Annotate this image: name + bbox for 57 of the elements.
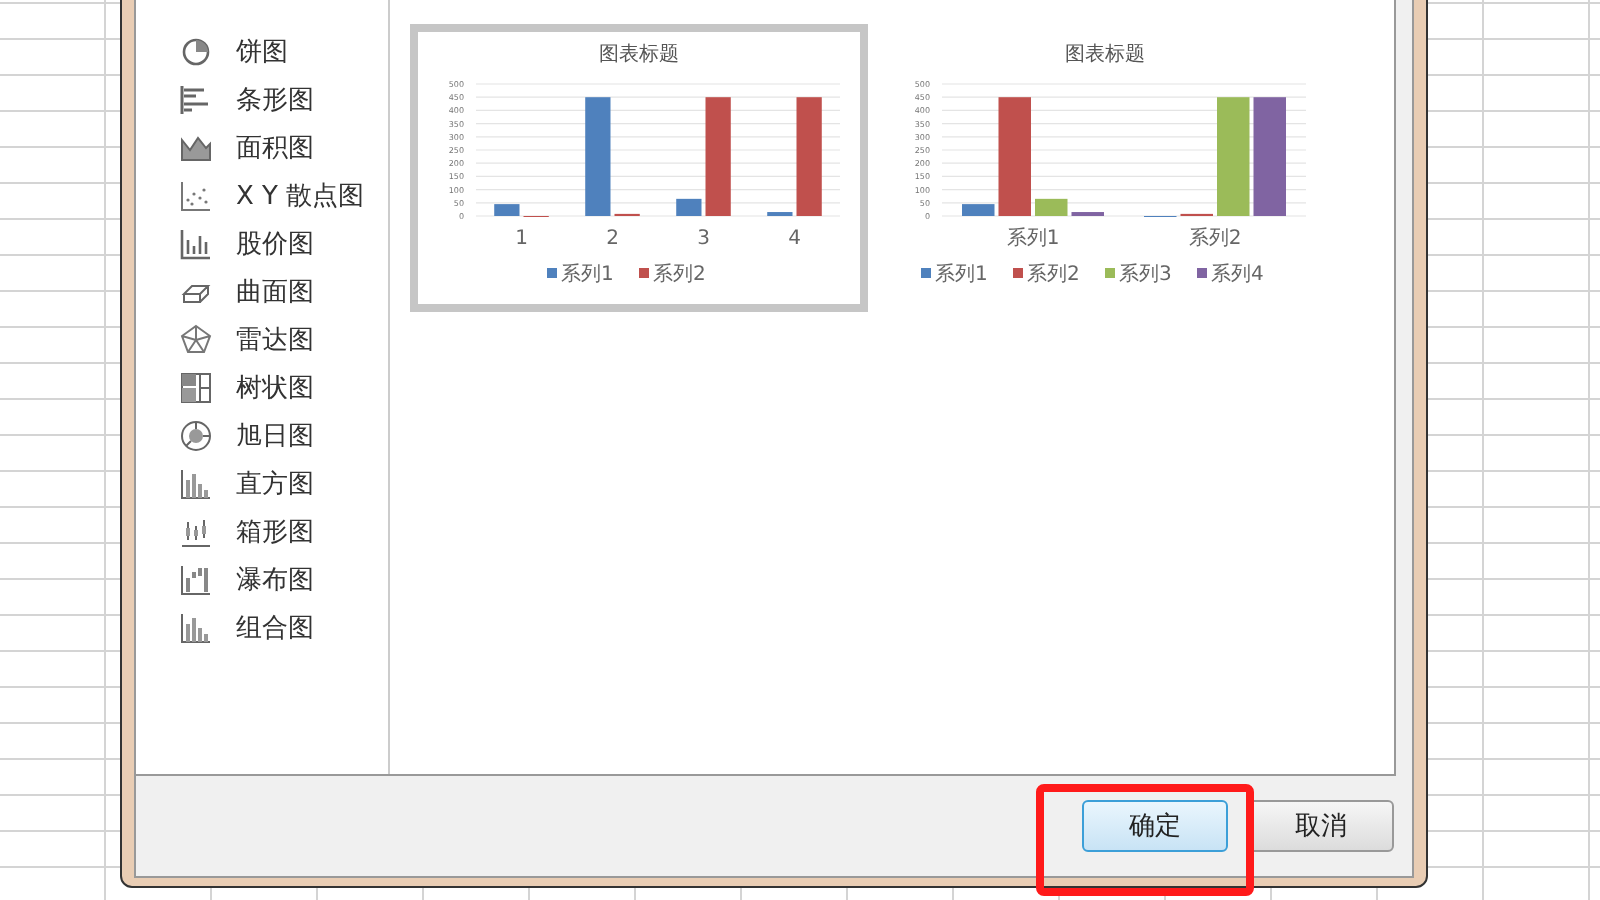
legend-label: 系列3 xyxy=(1119,264,1172,286)
chart-type-icon xyxy=(180,612,212,644)
chart-type-icon xyxy=(180,180,212,212)
bar xyxy=(998,97,1031,216)
bar xyxy=(585,97,611,216)
chart-type-icon xyxy=(180,324,212,356)
chart-type-item[interactable]: 曲面图 xyxy=(136,268,388,316)
legend-swatch xyxy=(921,268,931,278)
bar xyxy=(1035,198,1068,216)
chart-type-icon xyxy=(180,84,212,116)
legend-label: 系列2 xyxy=(653,264,706,286)
legend-swatch xyxy=(547,268,557,278)
bar xyxy=(705,97,731,216)
chart-type-item[interactable]: 股价图 xyxy=(136,220,388,268)
chart-type-item[interactable]: 直方图 xyxy=(136,460,388,508)
category-label: 系列2 xyxy=(1188,228,1242,250)
chart-type-item[interactable]: 组合图 xyxy=(136,604,388,652)
chart-type-icon xyxy=(180,516,212,548)
chart-type-icon xyxy=(180,420,212,452)
category-label: 1 xyxy=(515,228,528,250)
legend-swatch xyxy=(639,268,649,278)
bar xyxy=(1253,97,1286,216)
legend-label: 系列2 xyxy=(1027,264,1080,286)
chart-title: 图表标题 xyxy=(599,44,679,66)
legend-swatch xyxy=(1105,268,1115,278)
chart-type-icon xyxy=(180,36,212,68)
category-label: 4 xyxy=(788,228,801,250)
bar xyxy=(494,204,520,216)
bar xyxy=(1217,97,1250,216)
chart-type-icon xyxy=(180,468,212,500)
chart-type-item[interactable]: 瀑布图 xyxy=(136,556,388,604)
chart-title: 图表标题 xyxy=(1065,44,1145,66)
bar xyxy=(962,204,995,216)
chart-type-icon xyxy=(180,228,212,260)
chart-type-item[interactable]: X Y 散点图 xyxy=(136,172,388,220)
bar xyxy=(796,97,822,216)
chart-type-item[interactable]: 条形图 xyxy=(136,76,388,124)
legend-label: 系列1 xyxy=(935,264,988,286)
chart-type-item[interactable]: 树状图 xyxy=(136,364,388,412)
legend-swatch xyxy=(1013,268,1023,278)
category-label: 3 xyxy=(697,228,710,250)
chart-type-item[interactable]: 面积图 xyxy=(136,124,388,172)
legend-swatch xyxy=(1197,268,1207,278)
legend-label: 系列1 xyxy=(561,264,614,286)
dialog-button[interactable]: 取消 xyxy=(1248,800,1394,852)
chart-type-item[interactable]: 雷达图 xyxy=(136,316,388,364)
chart-type-item[interactable]: 饼图 xyxy=(136,28,388,76)
chart-type-icon xyxy=(180,564,212,596)
chart-type-icon xyxy=(180,132,212,164)
dialog-button[interactable]: 确定 xyxy=(1082,800,1228,852)
chart-type-item[interactable]: 箱形图 xyxy=(136,508,388,556)
category-label: 2 xyxy=(606,228,619,250)
chart-type-item[interactable]: 旭日图 xyxy=(136,412,388,460)
bar xyxy=(676,198,702,216)
chart-type-icon xyxy=(180,372,212,404)
legend-label: 系列4 xyxy=(1211,264,1264,286)
category-label: 系列1 xyxy=(1006,228,1060,250)
